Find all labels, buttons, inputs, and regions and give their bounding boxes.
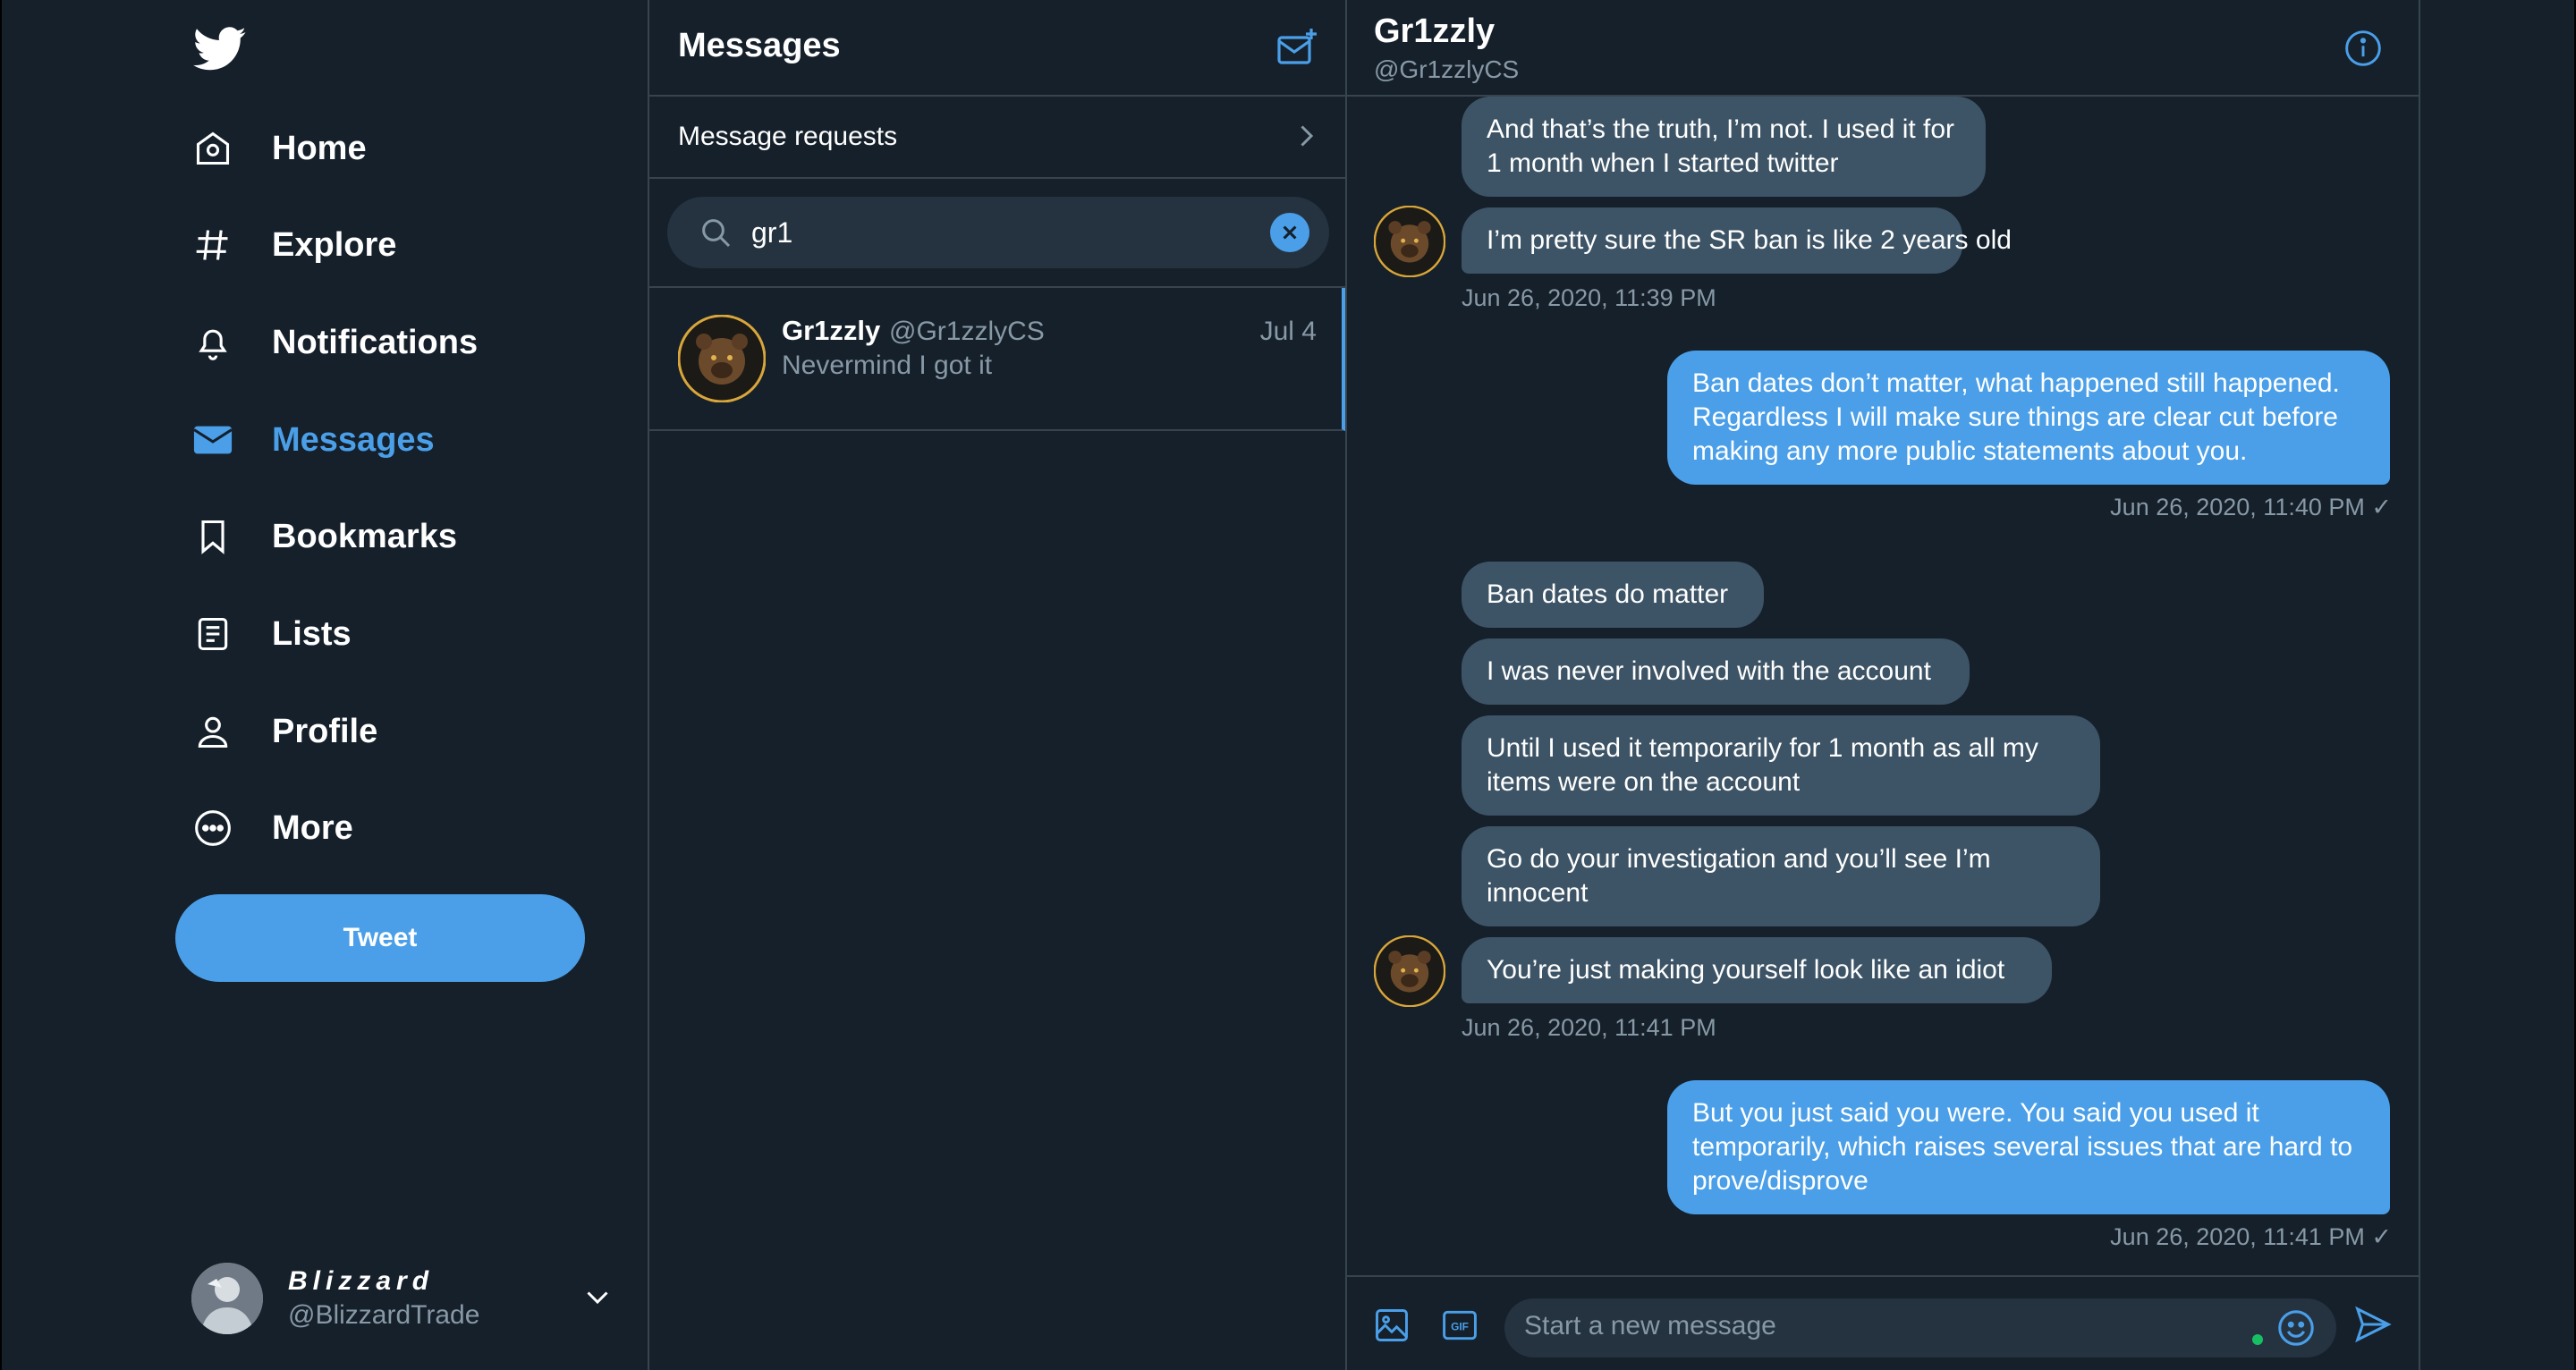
chevron-down-icon[interactable] bbox=[581, 1281, 614, 1313]
conversation-title: Gr1zzly bbox=[1374, 13, 1496, 50]
gif-icon[interactable]: GIF bbox=[1440, 1306, 1479, 1345]
emoji-icon[interactable] bbox=[2275, 1307, 2317, 1349]
nav-item-label: Home bbox=[272, 129, 367, 167]
message-composer: GIF bbox=[1347, 1275, 2419, 1370]
search-input[interactable] bbox=[751, 216, 1234, 249]
message-timestamp: Jun 26, 2020, 11:39 PM bbox=[1462, 284, 1716, 311]
nav-item-bookmarks[interactable]: Bookmarks bbox=[191, 508, 457, 565]
nav-item-notifications[interactable]: Notifications bbox=[191, 314, 478, 371]
avatar bbox=[1373, 934, 1446, 1008]
nav-item-label: Bookmarks bbox=[272, 517, 457, 555]
conversation-handle: @Gr1zzlyCS bbox=[889, 317, 1045, 346]
message-bubble-incoming[interactable]: And that’s the truth, I’m not. I used it… bbox=[1462, 97, 1986, 197]
account-switcher[interactable]: Blizzard @BlizzardTrade bbox=[191, 1261, 621, 1336]
send-icon[interactable] bbox=[2352, 1304, 2394, 1345]
sidebar-nav: Home Explore Notifications Messages Book… bbox=[0, 0, 649, 1370]
chevron-right-icon bbox=[1290, 120, 1322, 152]
nav-item-label: More bbox=[272, 808, 353, 847]
conversation-panel: Gr1zzly @Gr1zzlyCS And that’s the truth,… bbox=[1347, 0, 2420, 1370]
conversation-date: Jul 4 bbox=[1259, 317, 1317, 346]
person-icon bbox=[191, 710, 234, 753]
nav-item-lists[interactable]: Lists bbox=[191, 605, 352, 663]
bell-icon bbox=[191, 321, 234, 364]
messages-panel: Messages Message requests gr1 Gr1zzly @G… bbox=[649, 0, 1347, 1370]
nav-item-label: Explore bbox=[272, 225, 397, 264]
status-dot bbox=[2252, 1334, 2263, 1345]
conversation-item[interactable]: Gr1zzly @Gr1zzlyCS Jul 4 Nevermind I got… bbox=[649, 288, 1345, 431]
app-window: Home Explore Notifications Messages Book… bbox=[0, 0, 2576, 1370]
twitter-logo-icon[interactable] bbox=[193, 27, 247, 72]
message-bubble-incoming[interactable]: I’m pretty sure the SR ban is like 2 yea… bbox=[1462, 207, 2012, 274]
message-bubble-incoming[interactable]: I was never involved with the account bbox=[1462, 638, 1970, 705]
nav-item-home[interactable]: Home bbox=[191, 120, 367, 177]
avatar bbox=[191, 1263, 263, 1334]
new-message-icon[interactable] bbox=[1275, 27, 1318, 70]
message-bubble-outgoing[interactable]: Ban dates don’t matter, what happened st… bbox=[1667, 351, 2390, 485]
conversation-header: Gr1zzly @Gr1zzlyCS bbox=[1347, 0, 2419, 97]
nav-item-label: Profile bbox=[272, 712, 378, 750]
message-requests-label: Message requests bbox=[678, 122, 898, 151]
clear-search-icon[interactable] bbox=[1270, 213, 1309, 252]
nav-item-label: Notifications bbox=[272, 323, 479, 361]
search-icon bbox=[698, 215, 733, 250]
message-bubble-incoming[interactable]: Until I used it temporarily for 1 month … bbox=[1462, 715, 2100, 816]
conversation-handle: @Gr1zzlyCS bbox=[1374, 55, 1520, 83]
message-bubble-incoming[interactable]: You’re just making yourself look like an… bbox=[1462, 937, 2052, 1003]
avatar bbox=[1373, 205, 1446, 278]
account-display-name: Blizzard bbox=[288, 1266, 435, 1296]
message-bubble-incoming[interactable]: Go do your investigation and you’ll see … bbox=[1462, 826, 2100, 926]
more-icon bbox=[191, 807, 234, 850]
nav-item-label: Lists bbox=[272, 614, 352, 653]
nav-item-more[interactable]: More bbox=[191, 799, 353, 857]
avatar bbox=[677, 314, 767, 403]
gif-label: GIF bbox=[1451, 1321, 1469, 1333]
conversation-preview: Nevermind I got it bbox=[782, 351, 993, 380]
home-icon bbox=[191, 127, 234, 170]
envelope-icon bbox=[191, 419, 234, 461]
hashtag-icon bbox=[191, 224, 234, 266]
message-input-box[interactable] bbox=[1504, 1298, 2336, 1357]
nav-item-label: Messages bbox=[272, 420, 435, 459]
page-title: Messages bbox=[678, 27, 841, 64]
bookmark-icon bbox=[191, 515, 234, 558]
conversation-name: Gr1zzly bbox=[782, 315, 881, 346]
tweet-button[interactable]: Tweet bbox=[175, 894, 585, 982]
message-timestamp: Jun 26, 2020, 11:40 PM ✓ bbox=[2110, 494, 2392, 520]
message-bubble-outgoing[interactable]: But you just said you were. You said you… bbox=[1667, 1080, 2390, 1214]
image-icon[interactable] bbox=[1372, 1306, 1411, 1345]
nav-item-explore[interactable]: Explore bbox=[191, 216, 396, 274]
account-handle: @BlizzardTrade bbox=[288, 1300, 480, 1330]
info-icon[interactable] bbox=[2343, 29, 2383, 68]
message-timestamp: Jun 26, 2020, 11:41 PM bbox=[1462, 1014, 1716, 1041]
messages-header: Messages bbox=[649, 0, 1345, 97]
empty-right-area bbox=[2420, 0, 2576, 1370]
nav-item-messages[interactable]: Messages bbox=[191, 411, 435, 469]
nav-item-profile[interactable]: Profile bbox=[191, 703, 377, 760]
search-bar bbox=[649, 179, 1345, 288]
search-box[interactable] bbox=[667, 197, 1329, 268]
message-input[interactable] bbox=[1524, 1311, 2222, 1341]
message-timestamp: Jun 26, 2020, 11:41 PM ✓ bbox=[2110, 1223, 2392, 1250]
message-requests-row[interactable]: Message requests bbox=[649, 97, 1345, 179]
message-bubble-incoming[interactable]: Ban dates do matter bbox=[1462, 562, 1764, 628]
list-icon bbox=[191, 613, 234, 655]
window-edge-left bbox=[0, 0, 2, 1370]
